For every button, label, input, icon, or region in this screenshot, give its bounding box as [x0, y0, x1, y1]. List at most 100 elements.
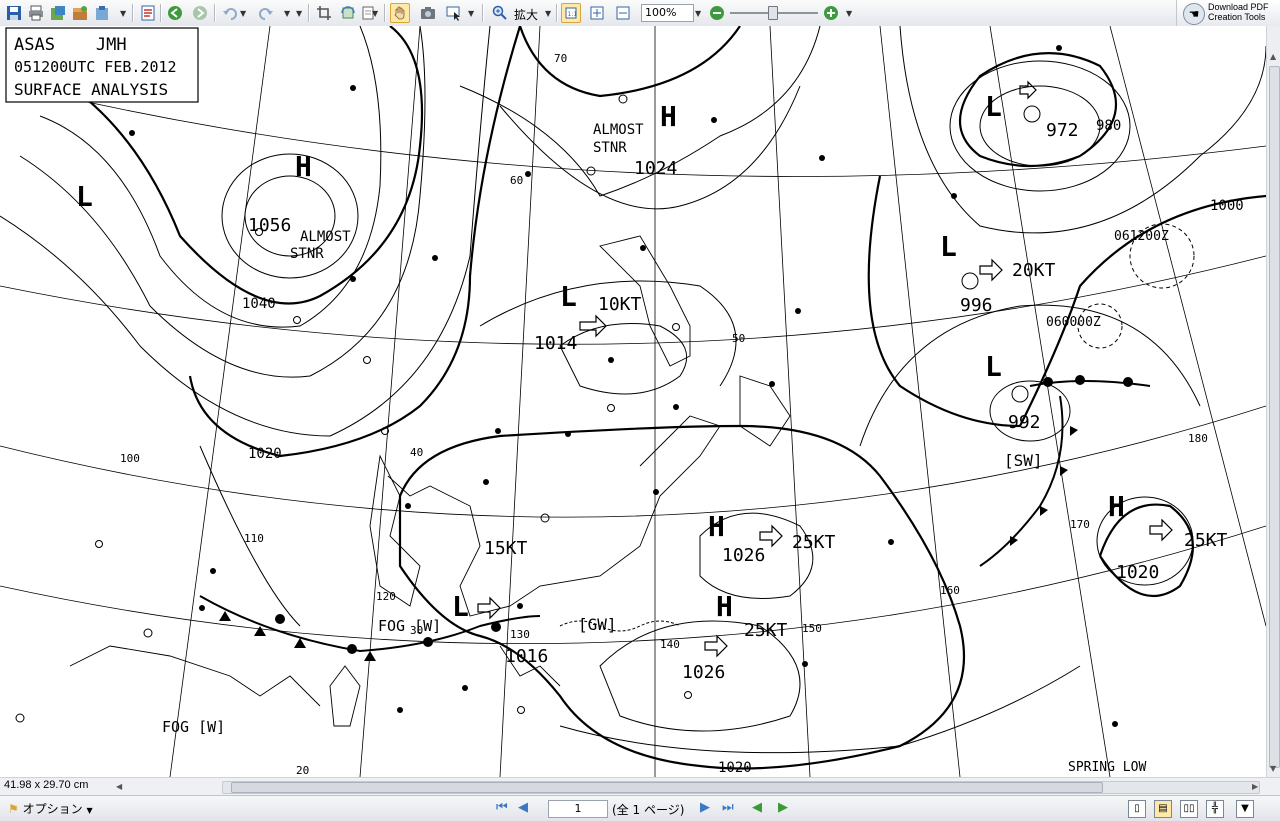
- label-gw: [GW]: [578, 615, 617, 634]
- page-total: (全 1 ページ): [612, 803, 685, 817]
- pressure-centers: H H L L L L H H H L L: [76, 90, 1125, 623]
- main-toolbar: ▼ ▼ ▼ ▼ ▼ ▼ 拡大 ▼ 1:1 100% ▼ ▼ ☚ Download…: [0, 0, 1280, 27]
- front-symbols: [219, 375, 1133, 661]
- high-center-1: H: [295, 150, 312, 183]
- low-center-1: L: [560, 280, 577, 313]
- options-label: オプション: [22, 802, 83, 816]
- select-tool-icon[interactable]: [444, 3, 464, 23]
- label-25kt-a: 25KT: [792, 532, 836, 553]
- label-lat-70: 70: [554, 52, 567, 65]
- chevron-down-icon[interactable]: ▼: [372, 9, 378, 18]
- scroll-right-icon[interactable]: ▶: [1252, 782, 1258, 791]
- vertical-scrollbar[interactable]: ▲ ▼: [1266, 26, 1280, 777]
- scroll-left-icon[interactable]: ◀: [116, 782, 122, 791]
- previous-page-icon[interactable]: ◀: [518, 800, 528, 815]
- label-25kt-c: 25KT: [1184, 530, 1228, 551]
- checklist-icon[interactable]: [138, 3, 158, 23]
- chevron-down-icon[interactable]: ▼: [695, 9, 701, 18]
- zoom-slider-thumb[interactable]: [768, 6, 778, 20]
- crop-icon[interactable]: [314, 3, 334, 23]
- low-center-3: L: [985, 90, 1002, 123]
- label-1024: 1024: [634, 158, 677, 179]
- weather-chart: ASAS JMH 051200UTC FEB.2012 SURFACE ANAL…: [0, 26, 1266, 777]
- chevron-down-icon[interactable]: ▼: [545, 9, 551, 18]
- document-viewport[interactable]: ASAS JMH 051200UTC FEB.2012 SURFACE ANAL…: [0, 26, 1266, 777]
- label-10kt: 10KT: [598, 294, 642, 315]
- export-icon[interactable]: [48, 3, 68, 23]
- high-center-5: H: [1108, 490, 1125, 523]
- next-page-icon[interactable]: ▶: [700, 800, 710, 815]
- chevron-down-icon[interactable]: ▼: [120, 9, 126, 18]
- label-061200z: 061200Z: [1114, 229, 1169, 244]
- download-line1: Download PDF: [1208, 2, 1269, 12]
- label-lon-170: 170: [1070, 518, 1090, 531]
- label-lon-160: 160: [940, 584, 960, 597]
- label-lon-140: 140: [660, 638, 680, 651]
- scroll-up-icon[interactable]: ▲: [1270, 52, 1276, 61]
- label-25kt-b: 25KT: [744, 620, 788, 641]
- back-view-icon[interactable]: ◀: [752, 800, 762, 815]
- label-iso-1000: 1000: [1210, 198, 1244, 214]
- label-almost-1: ALMOST: [300, 229, 351, 245]
- forward-icon[interactable]: [190, 3, 210, 23]
- save-view-icon[interactable]: ▼: [1236, 800, 1254, 818]
- back-icon[interactable]: [165, 3, 185, 23]
- vertical-scroll-thumb[interactable]: [1269, 66, 1280, 768]
- high-center-3: H: [708, 510, 725, 543]
- rotate-icon[interactable]: [338, 3, 358, 23]
- chevron-down-icon[interactable]: ▼: [296, 9, 302, 18]
- label-lat-40: 40: [410, 446, 423, 459]
- undo-icon[interactable]: [220, 3, 240, 23]
- horizontal-scrollbar[interactable]: [222, 781, 1260, 794]
- coastlines: [69, 235, 791, 727]
- chevron-down-icon[interactable]: ▼: [468, 9, 474, 18]
- label-20kt: 20KT: [1012, 260, 1056, 281]
- horizontal-scroll-area: 41.98 x 29.70 cm ◀ ▶: [0, 777, 1280, 795]
- zoom-plus-icon[interactable]: [821, 3, 841, 23]
- single-page-view-icon[interactable]: ▯: [1128, 800, 1146, 818]
- fit-width-icon[interactable]: [613, 3, 633, 23]
- attach-icon[interactable]: [92, 3, 112, 23]
- snapshot-icon[interactable]: [418, 3, 438, 23]
- last-page-icon[interactable]: ⏭: [722, 800, 734, 815]
- label-lon-150: 150: [802, 622, 822, 635]
- zoom-input[interactable]: 100%: [641, 4, 694, 22]
- forward-view-icon[interactable]: ▶: [778, 800, 788, 815]
- continuous-view-icon[interactable]: ▤: [1154, 800, 1172, 818]
- high-center-4: H: [716, 590, 733, 623]
- fit-page-icon[interactable]: [587, 3, 607, 23]
- label-lon-120: 120: [376, 590, 396, 603]
- options-menu[interactable]: ⚑ オプション ▼: [8, 800, 93, 817]
- label-lat-20: 20: [296, 764, 309, 777]
- chevron-down-icon[interactable]: ▼: [240, 9, 246, 18]
- label-996: 996: [960, 295, 993, 316]
- chevron-down-icon[interactable]: ▼: [284, 9, 290, 18]
- label-15kt: 15KT: [484, 538, 528, 559]
- zoom-out-icon[interactable]: [707, 3, 727, 23]
- zoom-label[interactable]: 拡大: [514, 6, 538, 23]
- high-center-2: H: [660, 100, 677, 133]
- hand-tool-icon[interactable]: [390, 3, 410, 23]
- label-1026-b: 1026: [682, 662, 725, 683]
- chevron-down-icon[interactable]: ▼: [846, 9, 852, 18]
- package-icon[interactable]: [70, 3, 90, 23]
- svg-text:1:1: 1:1: [568, 11, 578, 18]
- horizontal-scroll-thumb[interactable]: [231, 782, 1103, 793]
- zoom-in-icon[interactable]: [490, 3, 510, 23]
- redo-icon[interactable]: [256, 3, 276, 23]
- label-iso-1040: 1040: [242, 296, 276, 312]
- page-dimensions: 41.98 x 29.70 cm: [4, 779, 89, 791]
- save-icon[interactable]: [4, 3, 24, 23]
- label-lat-60: 60: [510, 174, 523, 187]
- print-icon[interactable]: [26, 3, 46, 23]
- chevron-down-icon: ▼: [86, 806, 93, 815]
- download-line2: Creation Tools: [1208, 12, 1266, 22]
- page-number-input[interactable]: 1: [548, 800, 608, 818]
- split-view-icon[interactable]: ╬: [1206, 800, 1224, 818]
- first-page-icon[interactable]: ⏮: [496, 800, 508, 815]
- scroll-down-icon[interactable]: ▼: [1270, 764, 1276, 773]
- label-1026-a: 1026: [722, 545, 765, 566]
- actual-size-icon[interactable]: 1:1: [561, 3, 581, 23]
- facing-view-icon[interactable]: ▯▯: [1180, 800, 1198, 818]
- download-pdf-tools-button[interactable]: ☚ Download PDF Creation Tools: [1176, 0, 1280, 26]
